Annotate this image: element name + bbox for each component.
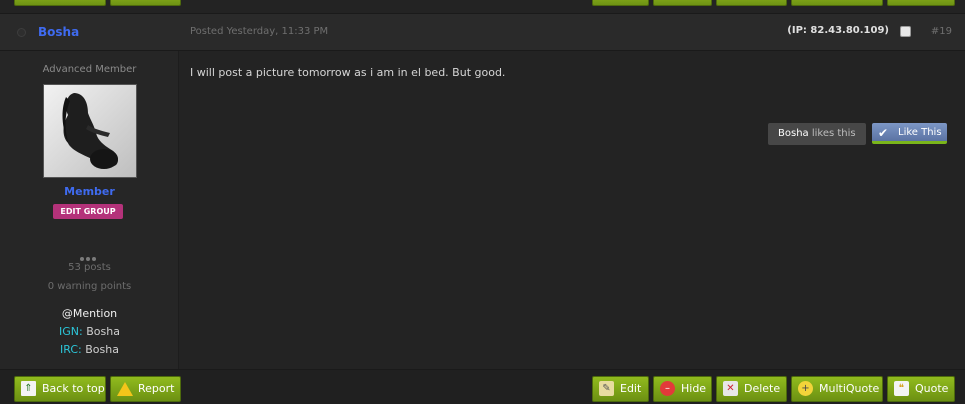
- member-title: Advanced Member: [42, 64, 137, 75]
- like-button[interactable]: ✔ Like This: [872, 123, 947, 144]
- back-to-top-button-previous[interactable]: [14, 0, 106, 6]
- field-key: IRC:: [60, 343, 82, 356]
- previous-post-toolbar: [0, 0, 965, 13]
- likes-summary: Bosha likes this: [768, 123, 866, 145]
- post-header: Bosha Posted Yesterday, 11:33 PM (IP: 82…: [0, 13, 965, 51]
- like-button-label: Like This: [898, 127, 942, 138]
- multiquote-button-previous[interactable]: [791, 0, 883, 6]
- field-value: Bosha: [86, 325, 120, 338]
- reputation-pips-icon: [80, 246, 100, 261]
- hide-icon: –: [660, 381, 675, 396]
- quote-label: Quote: [915, 382, 949, 395]
- post-number-link[interactable]: #19: [931, 26, 952, 37]
- post-count[interactable]: 53 posts: [0, 262, 179, 273]
- post-content: I will post a picture tomorrow as i am i…: [179, 51, 965, 369]
- hide-button[interactable]: – Hide: [653, 376, 712, 402]
- report-label: Report: [138, 382, 175, 395]
- multiquote-button[interactable]: + MultiQuote: [791, 376, 883, 402]
- delete-button[interactable]: ✕ Delete: [716, 376, 787, 402]
- post-date: Posted Yesterday, 11:33 PM: [190, 26, 329, 37]
- back-to-top-label: Back to top: [42, 382, 105, 395]
- field-key: IGN:: [59, 325, 83, 338]
- multiquote-label: MultiQuote: [819, 382, 880, 395]
- likes-suffix: likes this: [811, 128, 856, 139]
- post-author-link[interactable]: Bosha: [38, 25, 79, 39]
- avatar[interactable]: [43, 84, 137, 178]
- page-up-icon: ⇑: [21, 381, 36, 396]
- field-value: Bosha: [85, 343, 119, 356]
- profile-field-ign: IGN: Bosha: [0, 325, 179, 338]
- pencil-icon: ✎: [599, 381, 614, 396]
- liker-name[interactable]: Bosha: [778, 128, 809, 139]
- author-info-panel: Advanced Member Member EDIT GROUP 53 pos…: [0, 51, 179, 369]
- edit-group-button[interactable]: EDIT GROUP: [53, 204, 123, 219]
- back-to-top-button[interactable]: ⇑ Back to top: [14, 376, 106, 402]
- post-body-text: I will post a picture tomorrow as i am i…: [190, 66, 506, 79]
- quote-button[interactable]: ❝ Quote: [887, 376, 955, 402]
- online-status-icon: [17, 28, 26, 37]
- avatar-photo-icon: [44, 85, 136, 177]
- delete-icon: ✕: [723, 381, 738, 396]
- profile-field-irc: IRC: Bosha: [0, 343, 179, 356]
- checkmark-icon: ✔: [878, 126, 889, 140]
- warning-points[interactable]: 0 warning points: [0, 281, 179, 292]
- speech-bubble-plus-icon: +: [798, 381, 813, 396]
- warning-icon: [117, 381, 133, 396]
- report-button[interactable]: Report: [110, 376, 181, 402]
- edit-label: Edit: [620, 382, 642, 395]
- hide-label: Hide: [681, 382, 707, 395]
- forum-post: Bosha Posted Yesterday, 11:33 PM (IP: 82…: [0, 0, 965, 404]
- delete-button-previous[interactable]: [716, 0, 787, 6]
- select-post-checkbox[interactable]: [900, 26, 911, 37]
- ip-address[interactable]: (IP: 82.43.80.109): [787, 25, 889, 36]
- quote-icon: ❝: [894, 381, 909, 396]
- quote-button-previous[interactable]: [887, 0, 955, 6]
- edit-button[interactable]: ✎ Edit: [592, 376, 649, 402]
- delete-label: Delete: [744, 382, 781, 395]
- mention-link[interactable]: @Mention: [0, 307, 179, 320]
- post-controls: ⇑ Back to top Report ✎ Edit – Hide ✕ Del…: [0, 369, 965, 404]
- hide-button-previous[interactable]: [653, 0, 712, 6]
- report-button-previous[interactable]: [110, 0, 181, 6]
- member-group: Member: [64, 185, 115, 198]
- edit-button-previous[interactable]: [592, 0, 649, 6]
